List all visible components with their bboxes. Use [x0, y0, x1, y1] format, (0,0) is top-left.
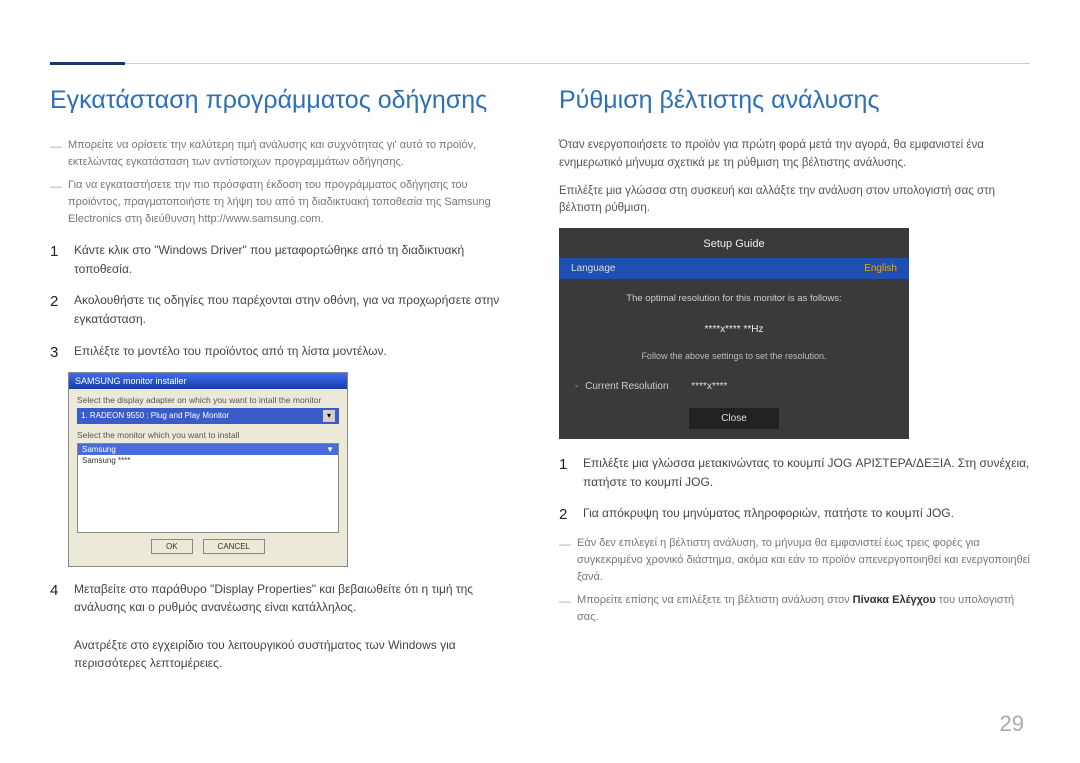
adapter-dropdown[interactable]: 1. RADEON 9550 : Plug and Play Monitor ▾ — [77, 408, 339, 424]
osd-title: Setup Guide — [559, 228, 909, 258]
ok-button[interactable]: OK — [151, 539, 193, 554]
step-text: Ακολουθήστε τις οδηγίες που παρέχονται σ… — [74, 290, 521, 328]
dash-icon: - — [575, 381, 578, 392]
right-note-2: ― Μπορείτε επίσης να επιλέξετε τη βέλτισ… — [559, 592, 1030, 626]
header-divider — [50, 63, 1030, 64]
current-resolution-value: ****x**** — [691, 381, 727, 392]
dash-icon: ― — [50, 137, 68, 171]
step-number: 3 — [50, 341, 74, 364]
close-button[interactable]: Close — [689, 408, 779, 429]
language-value: English — [864, 263, 897, 274]
language-label: Language — [571, 263, 616, 274]
right-column: Ρύθμιση βέλτιστης ανάλυσης Όταν ενεργοπο… — [559, 86, 1030, 681]
dash-icon: ― — [559, 535, 577, 586]
installer-dialog: SAMSUNG monitor installer Select the dis… — [68, 372, 348, 567]
osd-info: The optimal resolution for this monitor … — [559, 279, 909, 308]
right-p2: Επιλέξτε μια γλώσσα στη συσκευή και αλλά… — [559, 183, 1030, 219]
left-column: Εγκατάσταση προγράμματος οδήγησης ― Μπορ… — [50, 86, 521, 681]
current-resolution-label: Current Resolution — [585, 381, 668, 392]
step-text: Επιλέξτε μια γλώσσα μετακινώντας το κουμ… — [583, 453, 1030, 491]
language-row[interactable]: Language English — [559, 258, 909, 279]
note-text: Μπορείτε επίσης να επιλέξετε τη βέλτιστη… — [577, 592, 1030, 626]
step-number: 2 — [50, 290, 74, 328]
left-step-2: 2 Ακολουθήστε τις οδηγίες που παρέχονται… — [50, 290, 521, 328]
right-p1: Όταν ενεργοποιήσετε το προϊόν για πρώτη … — [559, 137, 1030, 173]
step-text: Κάντε κλικ στο "Windows Driver" που μετα… — [74, 240, 521, 278]
current-resolution-row: - Current Resolution ****x**** — [559, 373, 909, 404]
left-note-2: ― Για να εγκαταστήσετε την πιο πρόσφατη … — [50, 177, 521, 228]
page-number: 29 — [1000, 711, 1024, 737]
monitor-listbox[interactable]: Samsung ▼ Samsung **** — [77, 443, 339, 533]
osd-resolution: ****x**** **Hz — [559, 308, 909, 345]
list-header: Samsung — [82, 445, 116, 454]
step-text: Ανατρέξτε στο εγχειρίδιο του λειτουργικο… — [74, 638, 456, 671]
installer-titlebar: SAMSUNG monitor installer — [69, 373, 347, 389]
left-heading: Εγκατάσταση προγράμματος οδήγησης — [50, 86, 521, 115]
left-step-4: 4 Μεταβείτε στο παράθυρο "Display Proper… — [50, 579, 521, 673]
installer-line2: Select the monitor which you want to ins… — [77, 430, 339, 440]
step-text: Για απόκρυψη του μηνύματος πληροφοριών, … — [583, 503, 954, 526]
step-text: Επιλέξτε το μοντέλο του προϊόντος από τη… — [74, 341, 387, 364]
step-number: 1 — [559, 453, 583, 491]
note-text: Μπορείτε να ορίσετε την καλύτερη τιμή αν… — [68, 137, 521, 171]
header-accent — [50, 62, 125, 65]
dash-icon: ― — [559, 592, 577, 626]
osd-follow: Follow the above settings to set the res… — [559, 345, 909, 373]
adapter-value: 1. RADEON 9550 : Plug and Play Monitor — [81, 411, 229, 420]
left-step-1: 1 Κάντε κλικ στο "Windows Driver" που με… — [50, 240, 521, 278]
left-step-3: 3 Επιλέξτε το μοντέλο του προϊόντος από … — [50, 341, 521, 364]
installer-line1: Select the display adapter on which you … — [77, 395, 339, 405]
step-text: Μεταβείτε στο παράθυρο "Display Properti… — [74, 582, 473, 615]
right-step-1: 1 Επιλέξτε μια γλώσσα μετακινώντας το κο… — [559, 453, 1030, 491]
setup-guide-osd: Setup Guide Language English The optimal… — [559, 228, 909, 439]
step-number: 4 — [50, 579, 74, 673]
dash-icon: ― — [50, 177, 68, 228]
right-note-1: ― Εάν δεν επιλεγεί η βέλτιστη ανάλυση, τ… — [559, 535, 1030, 586]
right-step-2: 2 Για απόκρυψη του μηνύματος πληροφοριών… — [559, 503, 1030, 526]
list-item[interactable]: Samsung **** — [78, 455, 338, 466]
step-number: 1 — [50, 240, 74, 278]
note-text: Για να εγκαταστήσετε την πιο πρόσφατη έκ… — [68, 177, 521, 228]
right-heading: Ρύθμιση βέλτιστης ανάλυσης — [559, 86, 1030, 115]
cancel-button[interactable]: CANCEL — [203, 539, 265, 554]
sort-icon: ▼ — [326, 445, 334, 454]
left-note-1: ― Μπορείτε να ορίσετε την καλύτερη τιμή … — [50, 137, 521, 171]
chevron-down-icon: ▾ — [323, 410, 335, 422]
note-text: Εάν δεν επιλεγεί η βέλτιστη ανάλυση, το … — [577, 535, 1030, 586]
step-number: 2 — [559, 503, 583, 526]
